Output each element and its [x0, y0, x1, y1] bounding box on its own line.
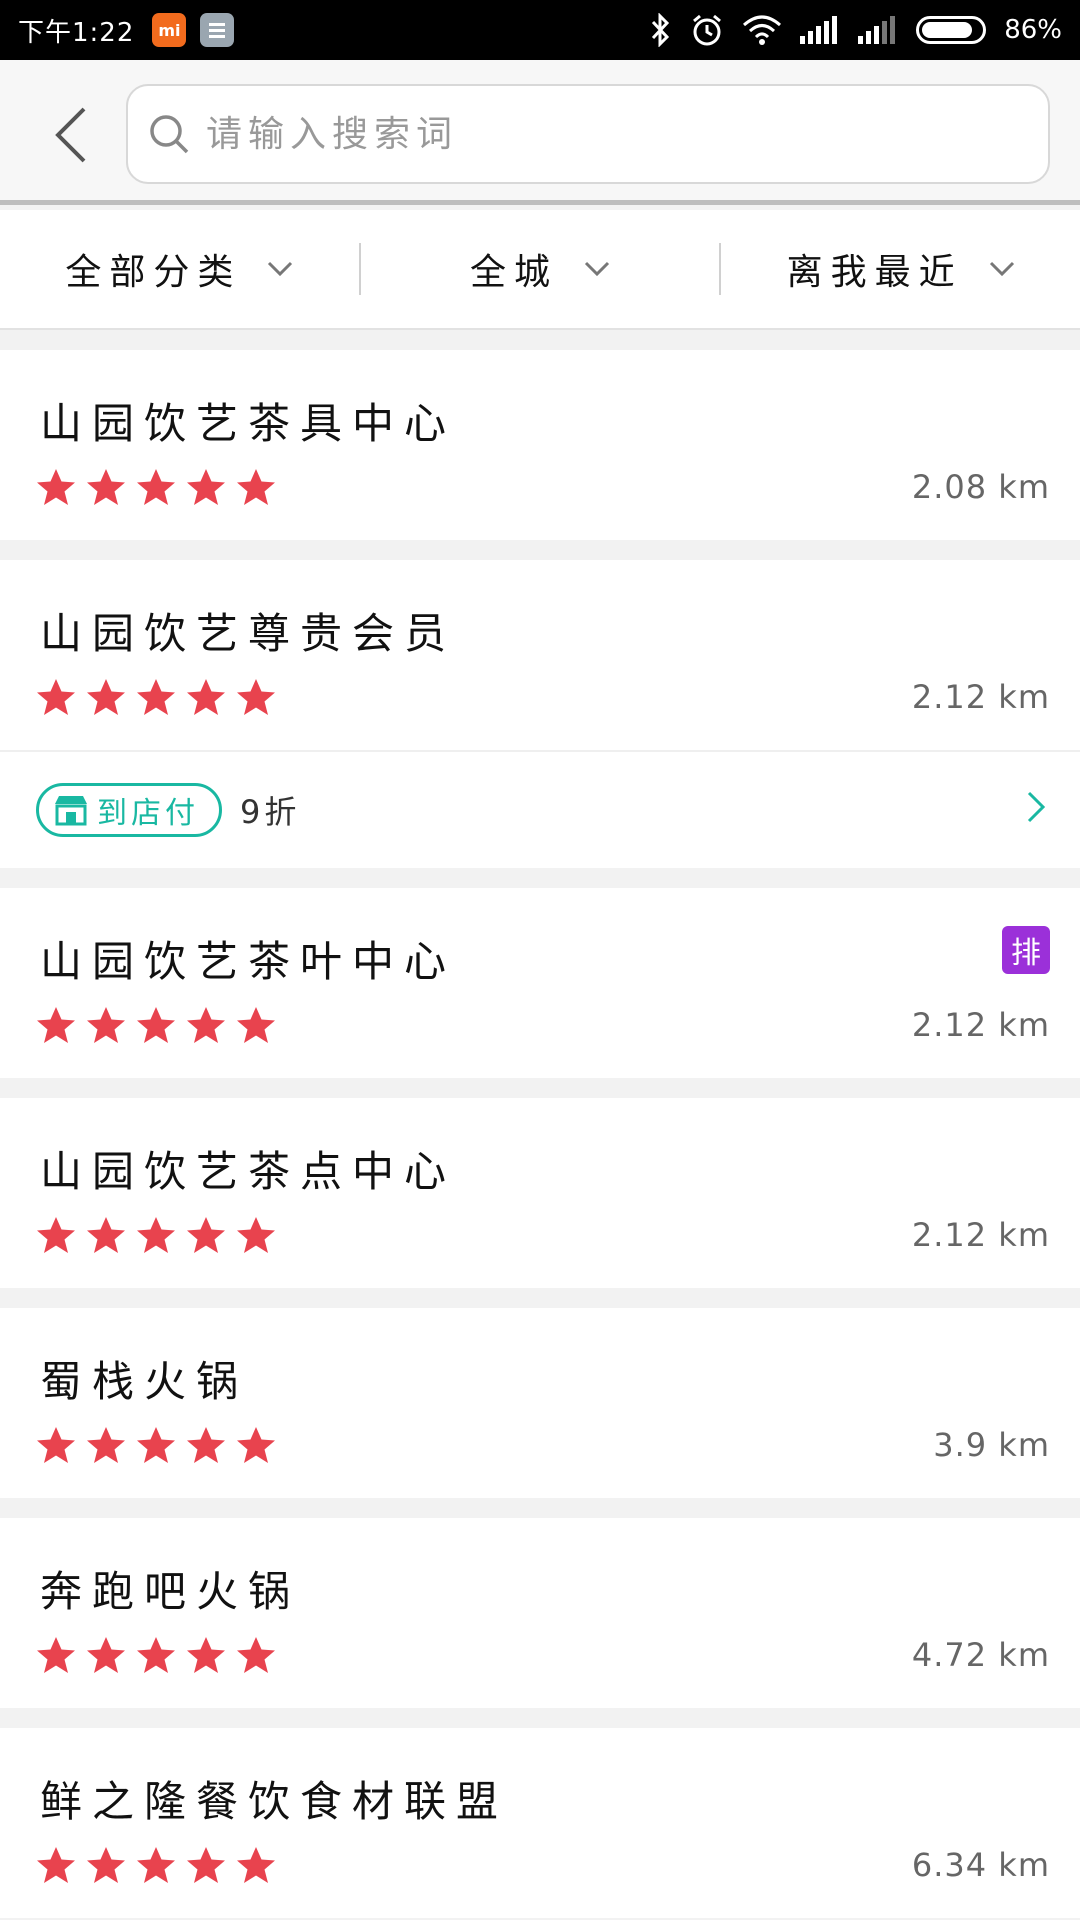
star-rating	[36, 1216, 276, 1254]
chevron-down-icon	[989, 261, 1015, 277]
shop-name: 蜀栈火锅	[40, 1357, 249, 1406]
star-icon	[237, 469, 275, 505]
shop-item[interactable]: 蜀栈火锅 3.9 km	[0, 1308, 1080, 1498]
shop-distance: 4.72 km	[911, 1636, 1050, 1674]
star-icon	[137, 1637, 175, 1673]
star-icon	[87, 1427, 125, 1463]
shop-item[interactable]: 山园饮艺茶点中心 2.12 km	[0, 1098, 1080, 1288]
chevron-right-icon	[1026, 790, 1046, 824]
search-icon	[148, 113, 190, 155]
star-icon	[87, 679, 125, 715]
star-icon	[137, 1007, 175, 1043]
shop-distance: 6.34 km	[911, 1846, 1050, 1884]
mi-app-icon: mi	[152, 13, 187, 47]
wifi-icon	[742, 15, 782, 45]
star-icon	[37, 1637, 75, 1673]
shop-name: 山园饮艺茶点中心	[40, 1147, 457, 1196]
star-icon	[187, 1847, 225, 1883]
star-icon	[187, 1427, 225, 1463]
star-rating	[36, 678, 276, 716]
star-icon	[87, 1637, 125, 1673]
shop-item[interactable]: 奔跑吧火锅 4.72 km	[0, 1518, 1080, 1708]
filter-category[interactable]: 全部分类	[0, 210, 359, 328]
shop-name: 奔跑吧火锅	[40, 1567, 301, 1616]
back-button[interactable]	[40, 100, 100, 170]
filter-label: 全部分类	[65, 252, 242, 293]
battery-icon	[916, 16, 987, 44]
filter-area[interactable]: 全城	[361, 210, 720, 328]
signal-icon	[858, 16, 898, 44]
status-bar: 下午1:22 mi 86%	[0, 0, 1080, 60]
star-icon	[237, 1217, 275, 1253]
star-icon	[37, 469, 75, 505]
star-icon	[237, 1637, 275, 1673]
rank-badge: 排	[1002, 926, 1050, 974]
star-icon	[87, 1217, 125, 1253]
discount-text: 9折	[240, 793, 301, 831]
store-icon	[53, 794, 89, 826]
star-icon	[37, 1217, 75, 1253]
chevron-down-icon	[584, 261, 610, 277]
search-header	[0, 60, 1080, 205]
shop-distance: 2.08 km	[911, 468, 1050, 506]
star-icon	[87, 469, 125, 505]
chevron-left-icon	[55, 107, 86, 163]
star-icon	[37, 1427, 75, 1463]
star-icon	[187, 1637, 225, 1673]
filter-bar: 全部分类 全城 离我最近	[0, 210, 1080, 330]
shop-name: 鲜之隆餐饮食材联盟	[40, 1777, 509, 1826]
search-box[interactable]	[126, 84, 1050, 184]
alarm-icon	[690, 13, 724, 47]
star-icon	[137, 1427, 175, 1463]
shop-name: 山园饮艺尊贵会员	[40, 609, 457, 658]
shop-distance: 2.12 km	[911, 678, 1050, 716]
star-rating	[36, 1636, 276, 1674]
star-rating	[36, 468, 276, 506]
filter-sort[interactable]: 离我最近	[721, 210, 1080, 328]
battery-percent: 86%	[1004, 15, 1062, 45]
shop-item[interactable]: 山园饮艺茶具中心 2.08 km	[0, 350, 1080, 540]
star-icon	[37, 679, 75, 715]
star-icon	[137, 1847, 175, 1883]
star-icon	[187, 1217, 225, 1253]
star-icon	[187, 469, 225, 505]
filter-label: 全城	[470, 252, 559, 293]
notes-app-icon	[200, 13, 235, 47]
star-icon	[137, 679, 175, 715]
status-time: 下午1:22	[18, 17, 135, 48]
star-icon	[87, 1007, 125, 1043]
bluetooth-icon	[650, 13, 672, 47]
pay-in-store-tag: 到店付	[36, 783, 222, 837]
star-rating	[36, 1426, 276, 1464]
shop-name: 山园饮艺茶叶中心	[40, 937, 457, 986]
shop-distance: 2.12 km	[911, 1006, 1050, 1044]
shop-item[interactable]: 山园饮艺尊贵会员 2.12 km 到店付 9折	[0, 560, 1080, 868]
star-icon	[237, 679, 275, 715]
star-icon	[137, 469, 175, 505]
shop-list: 山园饮艺茶具中心 2.08 km 山园饮艺尊贵会员 2.12 km 到店付 9折	[0, 350, 1080, 1920]
shop-distance: 2.12 km	[911, 1216, 1050, 1254]
star-icon	[37, 1847, 75, 1883]
star-icon	[237, 1007, 275, 1043]
search-input[interactable]	[206, 94, 1048, 174]
star-rating	[36, 1006, 276, 1044]
star-icon	[87, 1847, 125, 1883]
shop-name: 山园饮艺茶具中心	[40, 399, 457, 448]
star-icon	[187, 1007, 225, 1043]
signal-icon	[800, 16, 840, 44]
star-icon	[187, 679, 225, 715]
star-icon	[37, 1007, 75, 1043]
promo-row[interactable]: 到店付 9折	[0, 750, 1080, 868]
filter-label: 离我最近	[786, 252, 963, 293]
shop-distance: 3.9 km	[933, 1426, 1050, 1464]
shop-item[interactable]: 鲜之隆餐饮食材联盟 6.34 km	[0, 1728, 1080, 1918]
chevron-down-icon	[267, 261, 293, 277]
star-rating	[36, 1846, 276, 1884]
shop-item[interactable]: 山园饮艺茶叶中心 排 2.12 km	[0, 888, 1080, 1078]
star-icon	[137, 1217, 175, 1253]
pay-tag-label: 到店付	[97, 796, 199, 831]
star-icon	[237, 1427, 275, 1463]
star-icon	[237, 1847, 275, 1883]
